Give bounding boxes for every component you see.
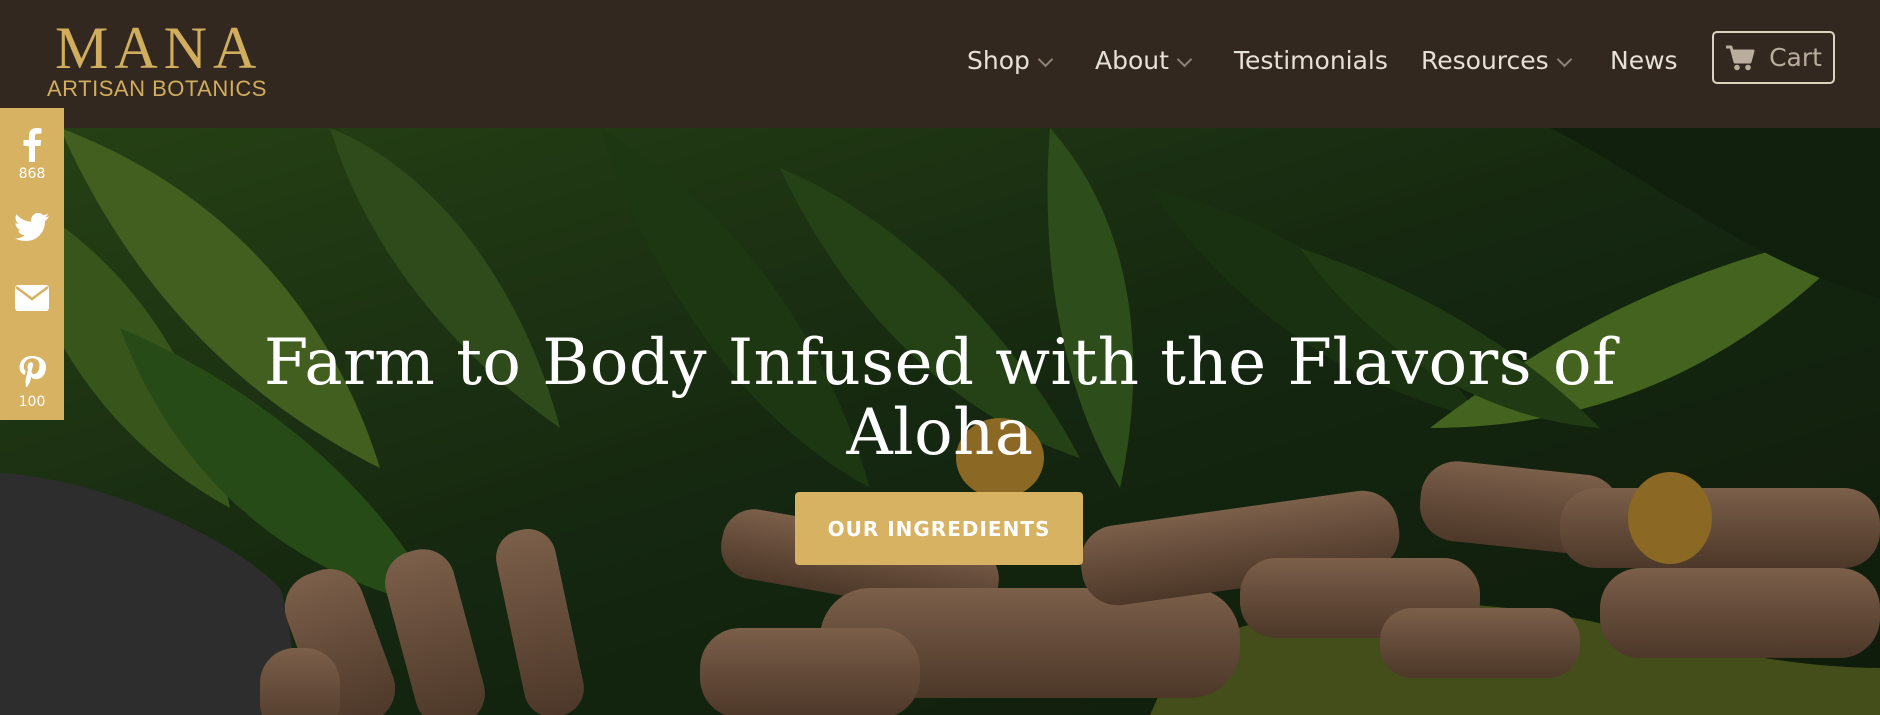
hero-section: Farm to Body Infused with the Flavors of…: [0, 128, 1880, 715]
nav-item-about[interactable]: About: [1095, 46, 1193, 76]
chevron-down-icon: [1037, 51, 1054, 68]
nav-item-testimonials[interactable]: Testimonials: [1234, 46, 1388, 76]
brand-logo[interactable]: MANA ARTISAN BOTANICS: [47, 15, 292, 101]
our-ingredients-button[interactable]: OUR INGREDIENTS: [795, 492, 1083, 565]
nav-item-shop[interactable]: Shop: [967, 46, 1054, 76]
chevron-down-icon: [1176, 51, 1193, 68]
nav-item-resources[interactable]: Resources: [1421, 46, 1572, 76]
cart-icon: [1726, 45, 1755, 70]
facebook-icon: [23, 128, 42, 162]
nav-label-shop: Shop: [967, 46, 1030, 75]
nav-label-about: About: [1095, 46, 1169, 75]
social-share-bar: 868 100: [0, 108, 64, 420]
facebook-share-button[interactable]: 868: [0, 128, 64, 182]
cart-label: Cart: [1769, 43, 1822, 72]
hero-title: Farm to Body Infused with the Flavors of…: [263, 326, 1617, 470]
cart-button[interactable]: Cart: [1712, 31, 1835, 84]
nav-label-news: News: [1610, 46, 1678, 75]
logo-wordmark: MANA: [55, 15, 263, 81]
email-icon: [15, 285, 49, 311]
twitter-share-button[interactable]: [0, 213, 64, 241]
nav-item-news[interactable]: News: [1610, 46, 1678, 76]
chevron-down-icon: [1556, 51, 1572, 68]
nav-label-testimonials: Testimonials: [1234, 46, 1388, 75]
pinterest-share-button[interactable]: 100: [0, 356, 64, 410]
nav-label-resources: Resources: [1421, 46, 1549, 75]
pinterest-share-count: 100: [18, 394, 46, 410]
email-share-button[interactable]: [0, 285, 64, 311]
pinterest-icon: [19, 356, 46, 387]
facebook-share-count: 868: [18, 166, 46, 182]
twitter-icon: [15, 213, 49, 241]
site-header: MANA ARTISAN BOTANICS Shop About Testimo…: [0, 0, 1880, 128]
logo-subtitle: ARTISAN BOTANICS: [47, 76, 267, 101]
